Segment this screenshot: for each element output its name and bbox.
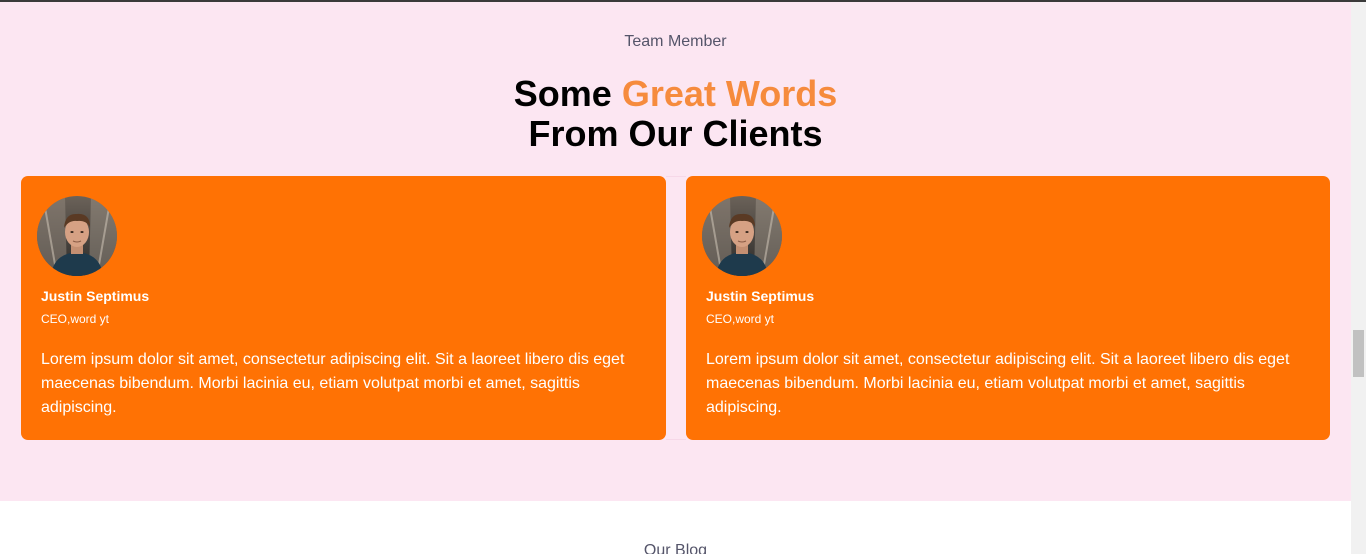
person-photo-icon — [37, 196, 117, 276]
page-scrollbar[interactable] — [1351, 2, 1366, 554]
client-name: Justin Septimus — [41, 288, 150, 304]
heading-part-1: Some — [513, 73, 622, 114]
section-heading: Some Great Words From Our Clients — [0, 74, 1351, 154]
avatar — [702, 196, 782, 276]
person-photo-icon — [702, 196, 782, 276]
heading-accent: Great Words — [621, 73, 838, 114]
blog-eyebrow: Our Blog — [643, 542, 708, 554]
testimonial-quote: Lorem ipsum dolor sit amet, consectetur … — [706, 351, 1290, 416]
client-name: Justin Septimus — [706, 288, 815, 304]
heading-line-2: From Our Clients — [528, 113, 823, 154]
scrollbar-thumb[interactable] — [1353, 330, 1364, 377]
blog-section: Our Blog — [0, 501, 1351, 554]
carousel-gap — [666, 176, 686, 440]
testimonial-card: Justin Septimus CEO,word yt Lorem ipsum … — [686, 176, 1330, 440]
heading-line-1: Some Great Words — [0, 74, 1351, 114]
testimonials-section: Team Member Some Great Words From Our Cl… — [0, 2, 1351, 501]
testimonial-quote: Lorem ipsum dolor sit amet, consectetur … — [41, 351, 625, 416]
client-role: CEO,word yt — [41, 312, 110, 326]
section-eyebrow: Team Member — [624, 33, 727, 50]
testimonial-card: Justin Septimus CEO,word yt Lorem ipsum … — [21, 176, 666, 440]
client-role: CEO,word yt — [706, 312, 775, 326]
avatar — [37, 196, 117, 276]
